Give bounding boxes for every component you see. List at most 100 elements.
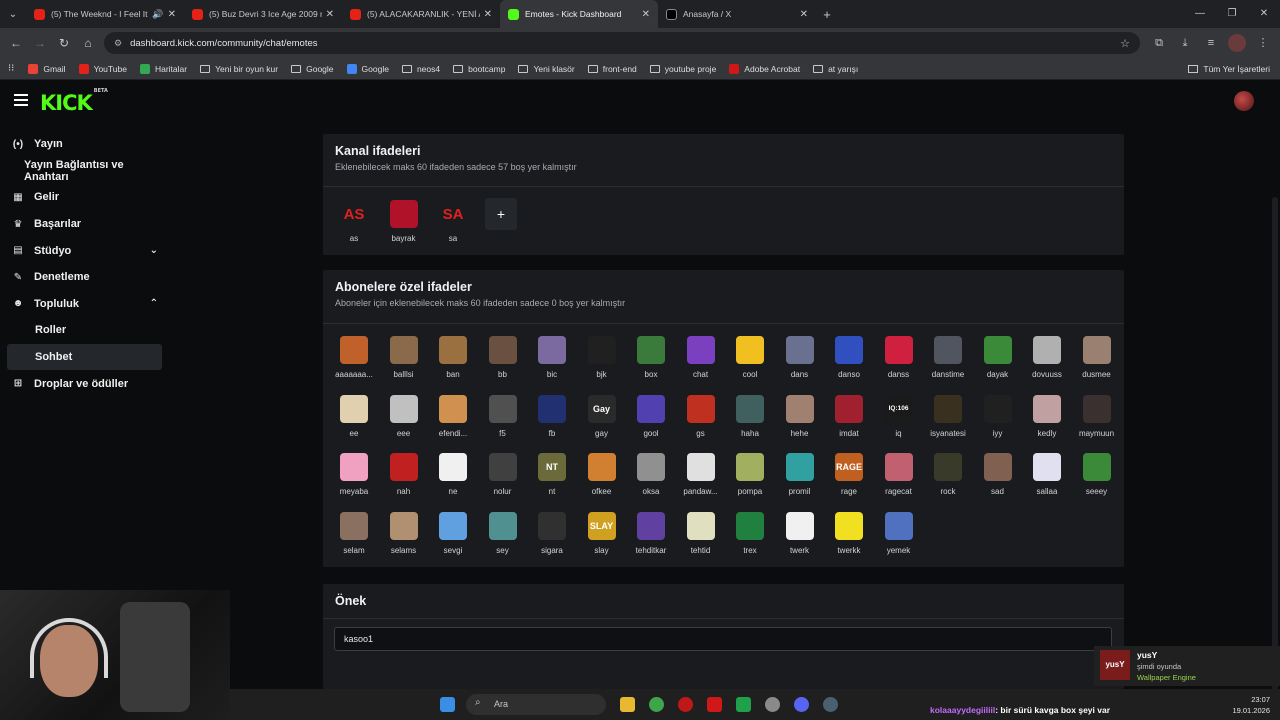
- taskbar-search[interactable]: ⌕ Ara: [466, 694, 606, 715]
- emote-item[interactable]: nah: [382, 453, 426, 496]
- emote-item[interactable]: dusmee: [1075, 336, 1119, 379]
- emote-item[interactable]: nolur: [481, 453, 525, 496]
- obs-icon[interactable]: [765, 697, 780, 712]
- emote-item[interactable]: kedly: [1025, 394, 1069, 438]
- emote-item[interactable]: isyanatesi: [926, 394, 970, 438]
- emote-item[interactable]: yemek: [877, 512, 921, 555]
- emote-item[interactable]: sallaa: [1025, 453, 1069, 496]
- emote-item[interactable]: gool: [629, 394, 673, 438]
- emote-item[interactable]: pandaw...: [679, 453, 723, 496]
- emote-item[interactable]: trex: [728, 512, 772, 555]
- emote-item[interactable]: bic: [530, 336, 574, 379]
- bookmark-item[interactable]: Google: [291, 64, 334, 74]
- sidebar-item-topluluk[interactable]: ☻ Topluluk ⌃: [0, 291, 170, 318]
- home-icon[interactable]: ⌂: [76, 36, 100, 50]
- sidebar-item-droplar[interactable]: ⊞ Droplar ve ödüller: [0, 370, 170, 397]
- bookmark-item[interactable]: neos4: [401, 64, 440, 74]
- acrobat-icon[interactable]: [707, 697, 722, 712]
- restore-icon[interactable]: ❐: [1216, 0, 1248, 28]
- emote-item[interactable]: ee: [332, 394, 376, 438]
- bookmark-item[interactable]: youtube proje: [649, 64, 716, 74]
- emote-item[interactable]: Gay gay: [580, 394, 624, 438]
- browser-tab[interactable]: Emotes - Kick Dashboard ✕: [500, 0, 658, 28]
- chrome-icon[interactable]: [649, 697, 664, 712]
- emote-item[interactable]: meyaba: [332, 453, 376, 496]
- all-bookmarks[interactable]: Tüm Yer İşaretleri: [1188, 64, 1270, 74]
- emote-item[interactable]: ragecat: [877, 453, 921, 496]
- emote-item[interactable]: aaaaaaa...: [332, 336, 376, 379]
- emote-item[interactable]: selams: [382, 512, 426, 555]
- prefix-input[interactable]: kasoo1: [334, 627, 1112, 651]
- bookmark-item[interactable]: front-end: [587, 64, 637, 74]
- emote-item[interactable]: SA sa: [431, 200, 475, 244]
- emote-item[interactable]: chat: [679, 336, 723, 379]
- browser-tab[interactable]: (5) Buz Devri 3 Ice Age 2009 m ✕: [184, 0, 342, 28]
- tab-search-chevron-icon[interactable]: ⌄: [0, 0, 26, 28]
- browser-tab[interactable]: (5) The Weeknd - I Feel It C 🔊 ✕: [26, 0, 184, 28]
- emote-item[interactable]: haha: [728, 394, 772, 438]
- sidebar-item-denetleme[interactable]: ✎ Denetleme: [0, 264, 170, 291]
- emote-item[interactable]: danso: [827, 336, 871, 379]
- emote-item[interactable]: maymuun: [1075, 394, 1119, 438]
- close-tab-icon[interactable]: ✕: [642, 9, 650, 20]
- reload-icon[interactable]: ↻: [52, 36, 76, 50]
- forward-icon[interactable]: →: [28, 36, 52, 50]
- bookmark-item[interactable]: YouTube: [78, 63, 127, 74]
- bookmark-star-icon[interactable]: ☆: [1120, 37, 1130, 50]
- sidebar-item-gelir[interactable]: ▦ Gelir: [0, 184, 170, 211]
- emote-item[interactable]: bb: [481, 336, 525, 379]
- page-scrollbar[interactable]: [1272, 197, 1278, 692]
- emote-item[interactable]: seeey: [1075, 453, 1119, 496]
- emote-item[interactable]: selam: [332, 512, 376, 555]
- back-icon[interactable]: ←: [4, 36, 28, 50]
- opera-icon[interactable]: [678, 697, 693, 712]
- emote-item[interactable]: dovuuss: [1025, 336, 1069, 379]
- emote-item[interactable]: fb: [530, 394, 574, 438]
- bookmark-item[interactable]: Gmail: [28, 63, 66, 74]
- bookmark-item[interactable]: Haritalar: [139, 63, 187, 74]
- bookmark-item[interactable]: Yeni bir oyun kur: [200, 64, 278, 74]
- start-icon[interactable]: [440, 697, 455, 712]
- profile-avatar[interactable]: [1228, 34, 1246, 52]
- emote-item[interactable]: danss: [877, 336, 921, 379]
- url-bar[interactable]: ⚙ dashboard.kick.com/community/chat/emot…: [104, 32, 1140, 54]
- close-tab-icon[interactable]: ✕: [484, 9, 492, 20]
- emote-item[interactable]: danstime: [926, 336, 970, 379]
- audio-icon[interactable]: 🔊: [152, 9, 163, 20]
- emote-item[interactable]: twerk: [778, 512, 822, 555]
- site-info-icon[interactable]: ⚙: [114, 38, 122, 49]
- sidebar-item-roller[interactable]: Roller: [0, 317, 170, 344]
- chevron-up-icon[interactable]: ⌃: [150, 298, 158, 309]
- download-icon[interactable]: ⤓: [1176, 34, 1194, 52]
- emote-item[interactable]: ofkee: [580, 453, 624, 496]
- emote-item[interactable]: tehditkar: [629, 512, 673, 555]
- media-icon[interactable]: ≡: [1202, 34, 1220, 52]
- sidebar-item-sohbet[interactable]: Sohbet: [7, 343, 162, 371]
- emote-item[interactable]: hehe: [778, 394, 822, 438]
- emote-item[interactable]: gs: [679, 394, 723, 438]
- emote-item[interactable]: box: [629, 336, 673, 379]
- emote-item[interactable]: oksa: [629, 453, 673, 496]
- bookmark-item[interactable]: Yeni klasör: [518, 64, 575, 74]
- chevron-down-icon[interactable]: ⌄: [150, 245, 158, 256]
- emote-item[interactable]: dayak: [976, 336, 1020, 379]
- file-explorer-icon[interactable]: [620, 697, 635, 712]
- emote-item[interactable]: pompa: [728, 453, 772, 496]
- bookmark-item[interactable]: Google: [346, 63, 389, 74]
- browser-tab[interactable]: Anasayfa / X ✕: [658, 0, 816, 28]
- close-tab-icon[interactable]: ✕: [800, 9, 808, 20]
- emote-item[interactable]: eee: [382, 394, 426, 438]
- emote-item[interactable]: efendi...: [431, 394, 475, 438]
- new-tab-button[interactable]: +: [816, 7, 838, 22]
- emote-item[interactable]: sevgi: [431, 512, 475, 555]
- emote-item[interactable]: promil: [778, 453, 822, 496]
- emote-item[interactable]: cool: [728, 336, 772, 379]
- apps-icon[interactable]: ⁝⁝: [8, 63, 14, 74]
- menu-icon[interactable]: ⋮: [1254, 34, 1272, 52]
- bookmark-item[interactable]: bootcamp: [453, 64, 505, 74]
- emote-item[interactable]: AS as: [332, 200, 376, 244]
- emote-item[interactable]: tehtid: [679, 512, 723, 555]
- sidebar-item-yayn[interactable]: (•) Yayın: [0, 131, 170, 158]
- settings-icon[interactable]: [823, 697, 838, 712]
- emote-item[interactable]: bayrak: [382, 200, 426, 243]
